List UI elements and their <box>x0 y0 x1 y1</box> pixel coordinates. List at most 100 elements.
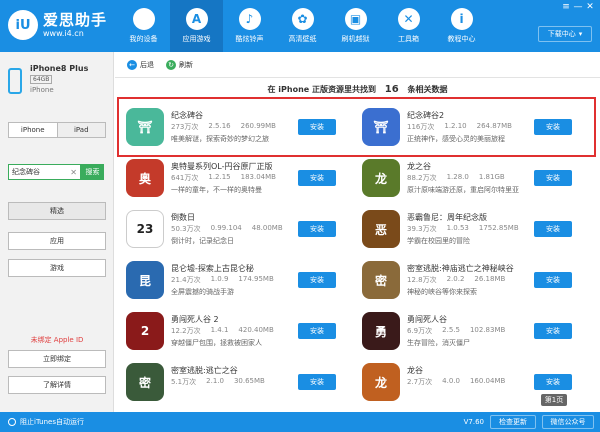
install-button[interactable]: 安装 <box>534 323 572 339</box>
app-card[interactable]: 23 倒数日 50.3万次 0.99.104 48.00MB 倒计时，记录纪念日 安装 <box>122 202 352 257</box>
install-button[interactable]: 安装 <box>298 374 336 390</box>
chevron-down-icon: ▾ <box>578 30 583 38</box>
install-button[interactable]: 安装 <box>534 170 572 186</box>
app-title[interactable]: 龙之谷 <box>407 161 431 172</box>
search-input[interactable]: 纪念碑谷 ✕ <box>8 164 81 180</box>
app-title[interactable]: 密室逃脱:神庙逃亡之神秘峡谷 <box>407 263 514 274</box>
app-card[interactable]: ⛩ 纪念碑谷2 116万次 1.2.10 264.87MB 正统神作，感受心灵的美丽旅程 安… <box>358 100 588 155</box>
app-card[interactable]: 龙龙之谷 88.2万次 1.28.0 1.81GB 原汁原味端游还原，重启阿尔特里亚 安装 <box>358 151 588 206</box>
flower-icon: ✿ <box>291 8 314 30</box>
app-downloads: 116万次 <box>407 123 435 131</box>
install-button[interactable]: 安装 <box>534 374 572 390</box>
refresh-button[interactable]: ↻ 刷新 <box>166 59 193 70</box>
nav-item-4[interactable]: ▣ 刷机越狱 <box>329 0 382 52</box>
app-title[interactable]: 恶霸鲁尼：周年纪念版 <box>407 212 487 223</box>
app-size: 48.00MB <box>251 224 283 232</box>
app-size: 1.81GB <box>478 173 505 181</box>
sidebar: iPhone8 Plus 64GB iPhone iPhone iPad 纪念碑… <box>0 52 114 412</box>
result-count: 16 <box>384 84 399 95</box>
check-update-button[interactable]: 检查更新 <box>490 415 536 429</box>
nav-item-3[interactable]: ✿ 高清壁纸 <box>276 0 329 52</box>
app-name: 爱思助手 <box>43 10 108 29</box>
install-button[interactable]: 安装 <box>298 170 336 186</box>
app-size: 183.04MB <box>240 173 276 181</box>
app-icon: 昆 <box>126 261 164 299</box>
app-description: 一样的童年，不一样的奥特曼 <box>171 186 262 194</box>
app-card[interactable]: 密密室逃脱:逃亡之谷 5.1万次 2.1.0 30.65MB 安装 <box>122 355 352 410</box>
nav-label: 刷机越狱 <box>341 35 370 43</box>
nav-item-2[interactable]: ♪ 酷炫铃声 <box>223 0 276 52</box>
category-featured[interactable]: 精选 <box>8 202 106 220</box>
nav-item-5[interactable]: ✕ 工具箱 <box>382 0 435 52</box>
app-title[interactable]: 勇闯死人谷 2 <box>171 314 219 325</box>
install-button[interactable]: 安装 <box>298 119 336 135</box>
nav-item-0[interactable]: 我的设备 <box>117 0 170 52</box>
menu-icon[interactable]: ≡ <box>560 2 572 12</box>
app-description: 全屏震撼的骑战手游 <box>171 288 234 296</box>
install-button[interactable]: 安装 <box>298 221 336 237</box>
learn-more-button[interactable]: 了解详情 <box>8 376 106 394</box>
app-card[interactable]: 密密室逃脱:神庙逃亡之神秘峡谷 12.8万次 2.0.2 26.18MB 神秘的峡谷等你… <box>358 253 588 308</box>
nav-label: 应用游戏 <box>182 35 211 43</box>
nav-label: 工具箱 <box>398 35 419 43</box>
clear-icon[interactable]: ✕ <box>70 168 80 177</box>
app-card[interactable]: 奥奥特曼系列OL-円谷原厂正版 641万次 1.2.15 183.04MB 一样的童年，… <box>122 151 352 206</box>
back-button[interactable]: ← 后退 <box>127 59 154 70</box>
back-arrow-icon: ← <box>127 59 137 70</box>
app-title[interactable]: 密室逃脱:逃亡之谷 <box>171 365 238 376</box>
minimize-icon[interactable]: — <box>572 2 584 12</box>
nav-label: 酷炫铃声 <box>235 35 264 43</box>
tab-ipad[interactable]: iPad <box>57 123 105 137</box>
app-title[interactable]: 纪念碑谷2 <box>407 110 444 121</box>
app-downloads: 641万次 <box>171 174 199 182</box>
app-card[interactable]: 恶恶霸鲁尼：周年纪念版 39.3万次 1.0.53 1752.85MB 学霸在校园里的冒… <box>358 202 588 257</box>
app-version: 1.4.1 <box>210 326 229 334</box>
app-meta: 2.7万次 4.0.0 160.04MB <box>407 377 515 387</box>
app-card[interactable]: 昆昆仑墟-探索上古昆仑秘 21.4万次 1.0.9 174.95MB 全屏震撼的骑战手游… <box>122 253 352 308</box>
itunes-toggle[interactable]: 阻止iTunes自动运行 <box>8 417 84 427</box>
install-button[interactable]: 安装 <box>534 221 572 237</box>
install-button[interactable]: 安装 <box>298 272 336 288</box>
category-apps[interactable]: 应用 <box>8 232 106 250</box>
search-row: 纪念碑谷 ✕ 搜索 <box>8 164 106 180</box>
app-title[interactable]: 勇闯死人谷 <box>407 314 447 325</box>
install-button[interactable]: 安装 <box>534 119 572 135</box>
app-description: 原汁原味端游还原，重启阿尔特里亚 <box>407 186 519 194</box>
logo-icon: iU <box>8 10 38 40</box>
download-center-button[interactable]: 下载中心 ▾ <box>538 26 592 42</box>
app-description: 学霸在校园里的冒险 <box>407 237 470 245</box>
wechat-button[interactable]: 微信公众号 <box>542 415 594 429</box>
search-button[interactable]: 搜索 <box>81 164 104 180</box>
app-card[interactable]: 2 勇闯死人谷 2 12.2万次 1.4.1 420.40MB 穿越僵尸包围，拯救被困家人… <box>122 304 352 359</box>
app-size: 26.18MB <box>474 275 506 283</box>
nav-item-6[interactable]: i 教程中心 <box>435 0 488 52</box>
tab-iphone[interactable]: iPhone <box>9 123 58 137</box>
install-button[interactable]: 安装 <box>298 323 336 339</box>
category-games[interactable]: 游戏 <box>8 259 106 277</box>
refresh-icon: ↻ <box>166 59 176 70</box>
install-button[interactable]: 安装 <box>534 272 572 288</box>
app-meta: 5.1万次 2.1.0 30.65MB <box>171 377 275 387</box>
app-version: 2.0.2 <box>446 275 465 283</box>
app-title[interactable]: 纪念碑谷 <box>171 110 203 121</box>
app-meta: 12.8万次 2.0.2 26.18MB <box>407 275 515 285</box>
app-title[interactable]: 奥特曼系列OL-円谷原厂正版 <box>171 161 273 172</box>
app-description: 穿越僵尸包围，拯救被困家人 <box>171 339 262 347</box>
appstore-icon: A <box>185 8 208 30</box>
app-version: 1.0.53 <box>446 224 469 232</box>
app-description: 正统神作，感受心灵的美丽旅程 <box>407 135 505 143</box>
app-card[interactable]: 勇勇闯死人谷 6.9万次 2.5.5 102.83MB 生存冒险，消灭僵尸 安装 <box>358 304 588 359</box>
app-icon: 勇 <box>362 312 400 350</box>
close-icon[interactable]: ✕ <box>584 2 596 12</box>
app-description: 神秘的峡谷等你来探索 <box>407 288 477 296</box>
app-title[interactable]: 龙谷 <box>407 365 423 376</box>
bind-now-button[interactable]: 立即绑定 <box>8 350 106 368</box>
app-title[interactable]: 倒数日 <box>171 212 195 223</box>
app-card[interactable]: ⛩ 纪念碑谷 273万次 2.5.16 260.99MB 唯美解谜，探索奇妙的梦幻之旅 安装 <box>122 100 352 155</box>
app-title[interactable]: 昆仑墟-探索上古昆仑秘 <box>171 263 254 274</box>
main-nav: 我的设备 A 应用游戏 ♪ 酷炫铃声 ✿ 高清壁纸 ▣ 刷机越狱 ✕ 工具箱 i 教程中心 <box>117 0 488 52</box>
app-version: 2.5.5 <box>442 326 460 334</box>
app-downloads: 5.1万次 <box>171 378 197 386</box>
app-size: 420.40MB <box>238 326 274 334</box>
nav-item-1[interactable]: A 应用游戏 <box>170 0 223 52</box>
